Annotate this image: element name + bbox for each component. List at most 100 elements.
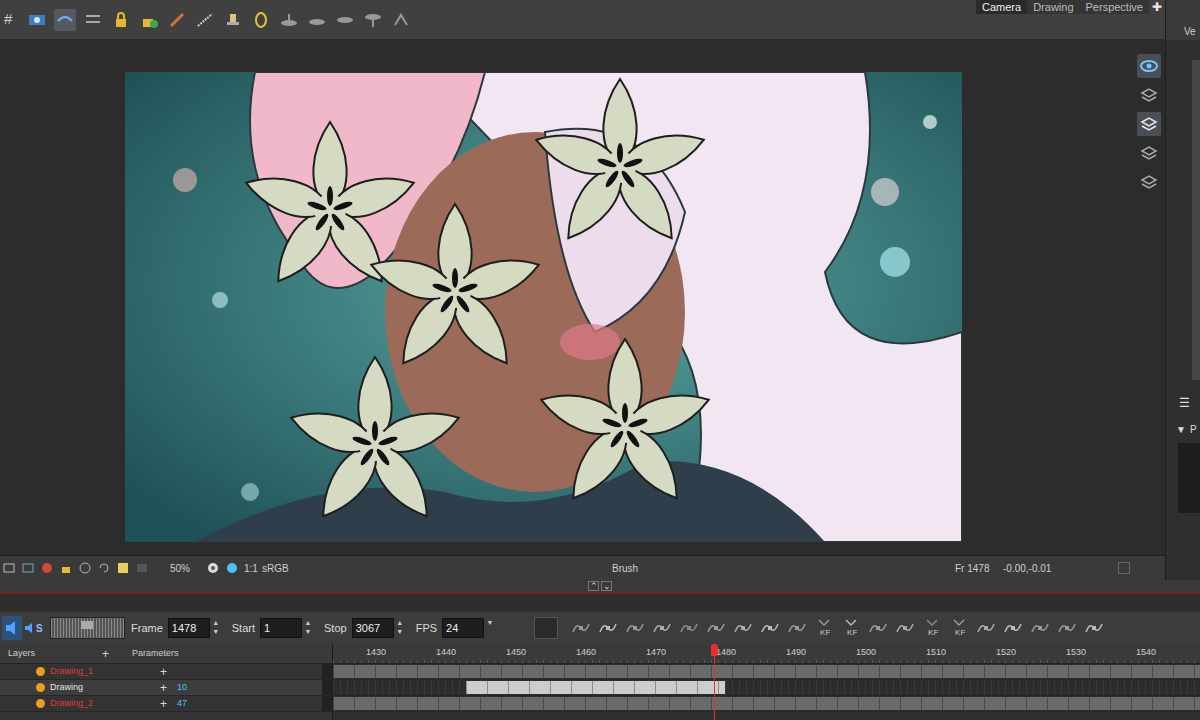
view-tab[interactable]: Perspective (1080, 0, 1149, 14)
layer-name[interactable]: Drawing_1 (50, 665, 160, 679)
layer-stack-icon[interactable] (362, 9, 384, 31)
add-parameter-button[interactable]: + (160, 695, 174, 713)
layer-row[interactable]: Drawing_2+47 (0, 696, 332, 712)
frame-spinner[interactable]: ▲▼ (210, 618, 222, 638)
ruler-icon[interactable] (194, 9, 216, 31)
timeline-tool-icon[interactable] (786, 617, 808, 639)
jog-slider[interactable] (50, 617, 125, 639)
keyframe-icon[interactable]: KF (840, 617, 862, 639)
display-icon[interactable] (116, 561, 130, 575)
layer-row[interactable]: Drawing+10 (0, 680, 332, 696)
start-field[interactable] (260, 618, 302, 638)
deform-icon[interactable] (390, 9, 412, 31)
frame-field[interactable] (168, 618, 210, 638)
eye-icon[interactable] (1137, 54, 1161, 78)
timeline-grid[interactable]: 1430144014501460147014801490150015101520… (333, 644, 1200, 720)
fps-dropdown[interactable]: ▼ (484, 618, 496, 638)
timeline-tool-icon[interactable] (570, 617, 592, 639)
exposure-block[interactable] (466, 681, 725, 694)
sound-scrub-button[interactable]: S (24, 616, 44, 640)
timeline-tool-icon[interactable] (1029, 617, 1051, 639)
stamp-icon[interactable] (222, 9, 244, 31)
timeline-tool-icon[interactable] (1083, 617, 1105, 639)
sound-icon[interactable] (2, 616, 22, 640)
lock-icon[interactable] (59, 561, 73, 575)
layer-name[interactable]: Drawing_2 (50, 697, 160, 711)
panel-menu[interactable]: ☰ (1166, 394, 1200, 412)
film-icon[interactable] (135, 561, 149, 575)
grid-button[interactable]: # (4, 8, 18, 31)
reset-icon[interactable] (78, 561, 92, 575)
brush-icon[interactable] (166, 9, 188, 31)
timeline-tool-icon[interactable] (975, 617, 997, 639)
timeline-tool-icon[interactable] (759, 617, 781, 639)
layers-icon[interactable] (1137, 83, 1161, 107)
align-icon[interactable] (82, 9, 104, 31)
rotate-icon[interactable] (97, 561, 111, 575)
exposure-block[interactable] (333, 697, 1200, 710)
timeline-tool-icon[interactable] (894, 617, 916, 639)
timeline-tool-icon[interactable] (705, 617, 727, 639)
color-swatch[interactable] (534, 617, 558, 639)
keyframe-icon[interactable]: KF (948, 617, 970, 639)
layers-icon[interactable] (1137, 112, 1161, 136)
canvas-artwork[interactable] (125, 72, 962, 542)
view-tab[interactable]: Camera (976, 0, 1027, 14)
add-parameter-button[interactable]: + (160, 663, 174, 681)
timeline-tool-icon[interactable] (597, 617, 619, 639)
corner-box[interactable] (1118, 562, 1130, 574)
scrollbar[interactable] (322, 664, 332, 679)
layers-icon[interactable] (1137, 170, 1161, 194)
keyframe-icon[interactable]: KF (921, 617, 943, 639)
timeline-tool-icon[interactable] (867, 617, 889, 639)
pixel-ratio[interactable]: 1:1 (244, 561, 258, 576)
camera-view[interactable] (0, 40, 1165, 555)
keyframe-icon[interactable]: KF (813, 617, 835, 639)
panel-scrollbar[interactable] (1192, 60, 1200, 380)
stop-field[interactable] (352, 618, 394, 638)
layer-row[interactable]: Drawing_1+ (0, 664, 332, 680)
view-tab[interactable]: Drawing (1027, 0, 1079, 14)
onion-icon[interactable] (26, 9, 48, 31)
add-parameter-button[interactable]: + (160, 679, 174, 697)
timeline-tool-icon[interactable] (1056, 617, 1078, 639)
rotate-icon[interactable] (278, 9, 300, 31)
frame-icon[interactable] (2, 561, 16, 575)
gear-icon[interactable] (206, 561, 220, 575)
mirror-icon[interactable] (250, 9, 272, 31)
expand-down-button[interactable]: ⌄ (601, 581, 612, 591)
splitter[interactable]: ⌃ ⌄ (0, 580, 1200, 592)
layers-icon[interactable] (1137, 141, 1161, 165)
fps-field[interactable] (442, 618, 484, 638)
timeline-tool-icon[interactable] (1002, 617, 1024, 639)
section-arrow[interactable]: ▼ (1176, 422, 1186, 437)
layer-flat-icon[interactable] (334, 9, 356, 31)
safe-area-icon[interactable] (21, 561, 35, 575)
visibility-icon[interactable] (36, 667, 45, 676)
flip-icon[interactable] (306, 9, 328, 31)
add-view-button[interactable]: ✚ (1149, 0, 1165, 14)
timeline-tool-icon[interactable] (678, 617, 700, 639)
playhead[interactable] (711, 644, 718, 656)
color-space[interactable]: sRGB (262, 561, 289, 576)
timeline-tool-icon[interactable] (624, 617, 646, 639)
add-layer-button[interactable]: + (102, 645, 116, 663)
frame-ruler[interactable]: 1430144014501460147014801490150015101520… (333, 644, 1200, 664)
exposure-block[interactable] (333, 665, 1200, 678)
zoom-level[interactable]: 50% (170, 561, 190, 576)
light-table-icon[interactable] (54, 9, 76, 31)
timeline-tool-icon[interactable] (732, 617, 754, 639)
start-spinner[interactable]: ▲▼ (302, 618, 314, 638)
scrollbar[interactable] (322, 696, 332, 711)
sun-icon[interactable] (225, 561, 239, 575)
layer-track[interactable] (333, 696, 1200, 712)
mask-icon[interactable] (40, 561, 54, 575)
visibility-icon[interactable] (36, 699, 45, 708)
layer-name[interactable]: Drawing (50, 681, 160, 695)
layer-track[interactable] (333, 680, 1200, 696)
unlock-icon[interactable] (138, 9, 160, 31)
visibility-icon[interactable] (36, 683, 45, 692)
stop-spinner[interactable]: ▲▼ (394, 618, 406, 638)
scrollbar[interactable] (322, 680, 332, 695)
lock-icon[interactable] (110, 9, 132, 31)
